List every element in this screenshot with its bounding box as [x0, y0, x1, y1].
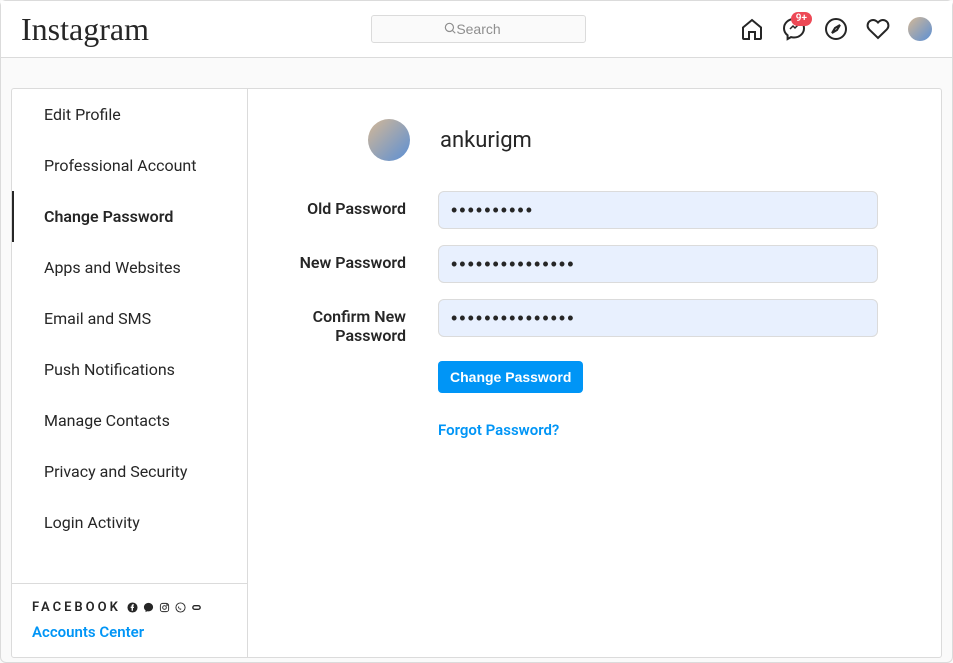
submit-row: Change Password	[438, 361, 891, 393]
sidebar-item-privacy-security[interactable]: Privacy and Security	[12, 446, 247, 497]
instagram-logo[interactable]: Instagram	[21, 11, 371, 48]
facebook-brand-text: FACEBOOK	[32, 600, 121, 615]
messenger-icon[interactable]: 9+	[782, 17, 806, 41]
sidebar-item-login-activity[interactable]: Login Activity	[12, 497, 247, 548]
change-password-button[interactable]: Change Password	[438, 361, 583, 393]
old-password-label: Old Password	[298, 191, 438, 218]
heart-icon[interactable]	[866, 17, 890, 41]
oculus-mini-icon	[191, 602, 203, 614]
instagram-mini-icon	[159, 602, 171, 614]
sidebar-item-change-password[interactable]: Change Password	[12, 191, 247, 242]
messenger-mini-icon	[143, 602, 155, 614]
new-password-label: New Password	[298, 245, 438, 272]
accounts-center-link[interactable]: Accounts Center	[32, 623, 227, 641]
sidebar-item-edit-profile[interactable]: Edit Profile	[12, 89, 247, 140]
sidebar-item-manage-contacts[interactable]: Manage Contacts	[12, 395, 247, 446]
explore-icon[interactable]	[824, 17, 848, 41]
username-text: ankurigm	[440, 128, 532, 153]
nav-icons: 9+	[740, 17, 932, 41]
sidebar-item-professional-account[interactable]: Professional Account	[12, 140, 247, 191]
confirm-label-line1: Confirm New	[313, 307, 406, 326]
whatsapp-mini-icon	[175, 602, 187, 614]
facebook-brand-row: FACEBOOK	[32, 600, 227, 615]
old-password-input[interactable]	[438, 191, 878, 229]
search-input[interactable]	[371, 15, 586, 43]
forgot-password-link[interactable]: Forgot Password?	[438, 421, 891, 439]
new-password-row: New Password	[298, 245, 891, 283]
facebook-mini-icons	[127, 602, 203, 614]
sidebar-item-email-sms[interactable]: Email and SMS	[12, 293, 247, 344]
sidebar-footer: FACEBOOK	[12, 583, 247, 657]
new-password-input[interactable]	[438, 245, 878, 283]
profile-avatar-large	[368, 119, 410, 161]
sidebar-item-push-notifications[interactable]: Push Notifications	[12, 344, 247, 395]
sidebar-item-apps-websites[interactable]: Apps and Websites	[12, 242, 247, 293]
home-icon[interactable]	[740, 17, 764, 41]
top-navbar: Instagram 9+	[1, 1, 952, 58]
sidebar-items: Edit Profile Professional Account Change…	[12, 89, 247, 583]
old-password-row: Old Password	[298, 191, 891, 229]
confirm-password-row: Confirm New Password	[298, 299, 891, 345]
facebook-circle-icon	[127, 602, 139, 614]
notification-badge: 9+	[791, 12, 812, 26]
confirm-password-label: Confirm New Password	[298, 299, 438, 345]
confirm-label-line2: Password	[335, 326, 406, 345]
settings-container: Edit Profile Professional Account Change…	[11, 88, 942, 658]
settings-sidebar: Edit Profile Professional Account Change…	[12, 89, 248, 657]
profile-avatar-small[interactable]	[908, 17, 932, 41]
content-panel: ankurigm Old Password New Password Confi…	[248, 89, 941, 657]
user-header-row: ankurigm	[368, 119, 891, 161]
search-wrapper	[371, 15, 586, 43]
confirm-password-input[interactable]	[438, 299, 878, 337]
